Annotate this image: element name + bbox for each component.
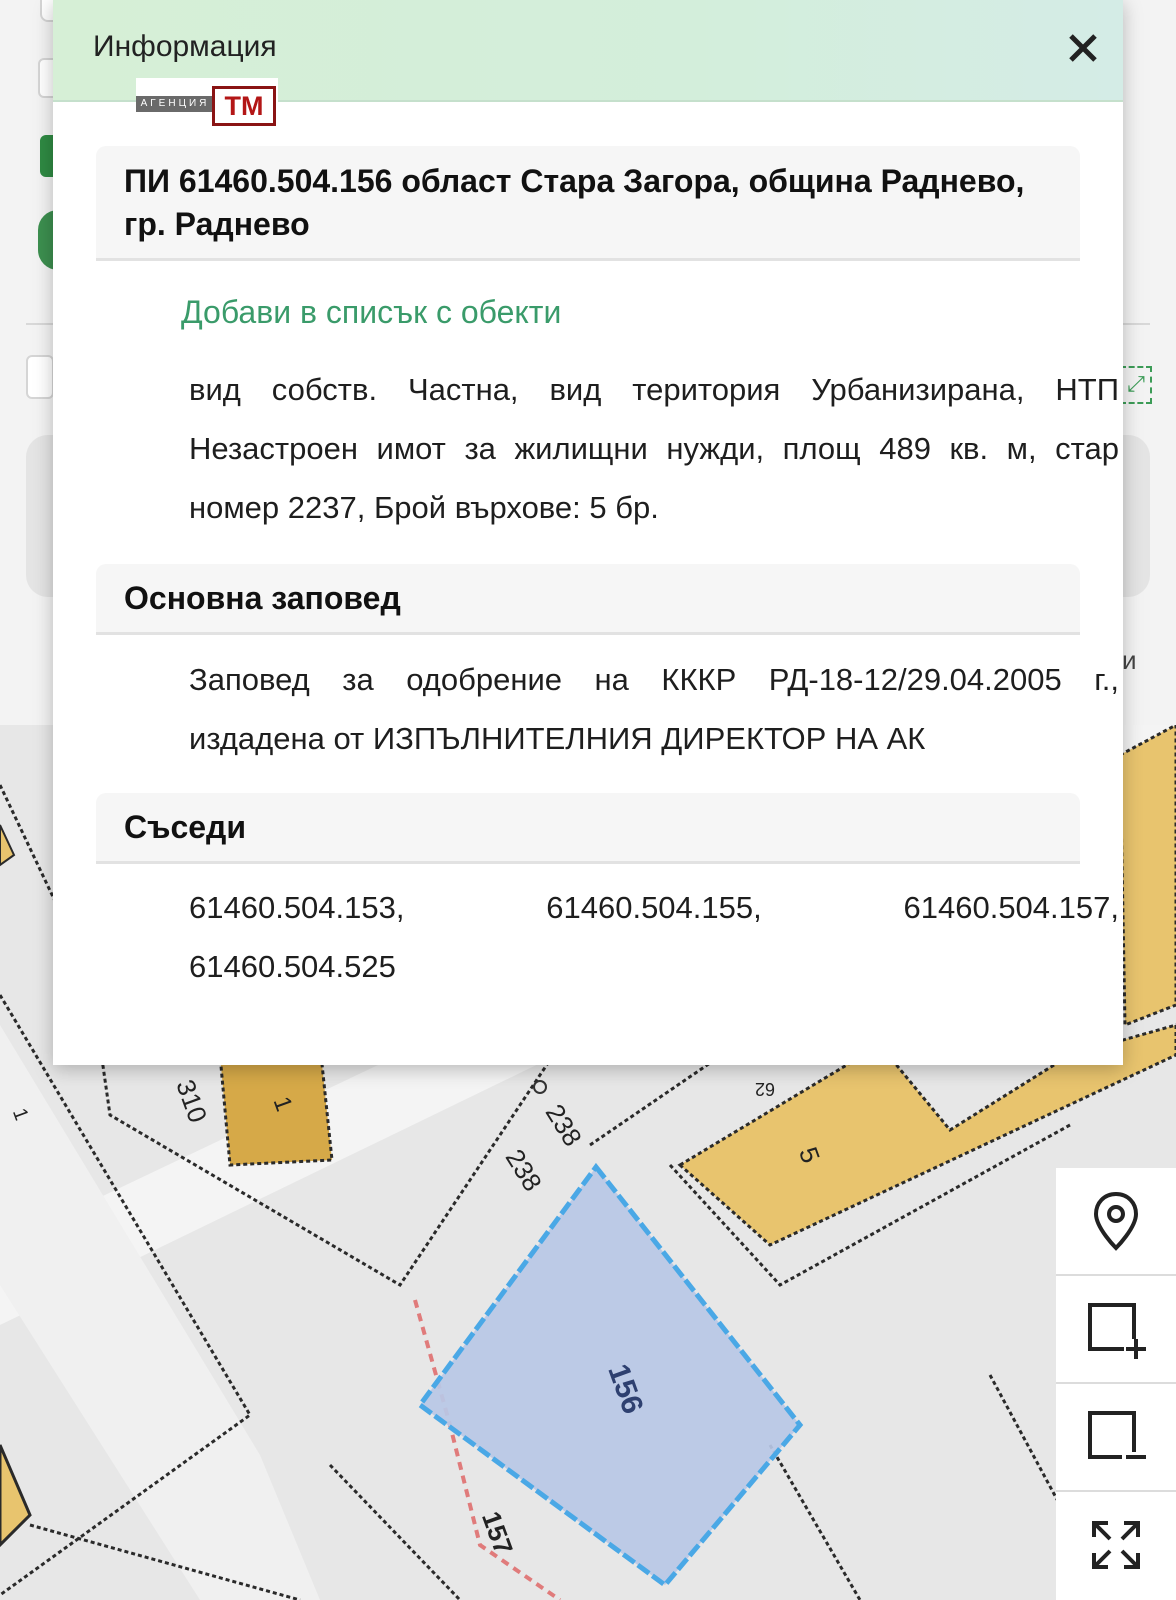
- add-area-button[interactable]: [1056, 1276, 1176, 1384]
- neighbor-item[interactable]: 61460.504.155,: [546, 878, 762, 937]
- add-rectangle-icon: [1088, 1303, 1146, 1359]
- order-heading: Основна заповед: [124, 580, 401, 616]
- location-pin-icon: [1093, 1191, 1139, 1251]
- map-label-310: 310: [170, 1076, 213, 1127]
- logo-box: ТМ: [212, 86, 276, 126]
- order-section-header: Основна заповед: [96, 564, 1080, 635]
- add-to-list-link[interactable]: Добави в списък с обекти: [181, 294, 561, 331]
- parcel-boundary-4: [328, 1463, 462, 1600]
- order-text: Заповед за одобрение на КККР РД-18-12/29…: [189, 662, 1119, 756]
- fullscreen-button[interactable]: [1056, 1492, 1176, 1598]
- modal-title: Информация: [93, 30, 277, 63]
- building-left-bottom: [0, 1444, 32, 1548]
- remove-area-button[interactable]: [1056, 1384, 1176, 1492]
- neighbor-item[interactable]: 61460.504.153,: [189, 878, 405, 937]
- logo-small-text: АГЕНЦИЯ: [140, 98, 210, 109]
- building-right: [1118, 725, 1176, 1028]
- map-label-157: 157: [476, 1507, 519, 1558]
- close-button[interactable]: [1063, 28, 1103, 68]
- parcel-description: вид собств. Частна, вид територия Урбани…: [189, 372, 1119, 525]
- background-field: [26, 355, 54, 399]
- logo-big-text: ТМ: [224, 91, 264, 121]
- agency-logo: АГЕНЦИЯ ТМ: [136, 78, 278, 128]
- map-label-62: 62: [755, 1079, 775, 1099]
- background-label-fragment: и: [1122, 645, 1137, 675]
- map-label-street-238-b: 238: [500, 1144, 548, 1197]
- neighbor-item[interactable]: 61460.504.157,: [904, 878, 1120, 937]
- parcel-title-header: ПИ 61460.504.156 област Стара Загора, об…: [96, 146, 1080, 261]
- background-expand-icon: ⤢: [1120, 366, 1152, 404]
- neighbors-list: 61460.504.153, 61460.504.155, 61460.504.…: [189, 878, 1119, 996]
- info-modal: Информация АГЕНЦИЯ ТМ ПИ 61460.504.156 о…: [53, 0, 1123, 1065]
- locate-button[interactable]: [1056, 1168, 1176, 1276]
- fullscreen-icon: [1092, 1521, 1140, 1569]
- close-icon: [1069, 34, 1097, 62]
- parcel-title: ПИ 61460.504.156 област Стара Загора, об…: [124, 163, 1025, 242]
- remove-rectangle-icon: [1088, 1411, 1146, 1462]
- neighbors-section-header: Съседи: [96, 793, 1080, 864]
- building-left-top: [0, 824, 16, 867]
- map-toolbar: [1056, 1168, 1176, 1600]
- parcel-boundary-6: [768, 1444, 862, 1600]
- map-label-street-238-a: 238: [540, 1099, 588, 1152]
- neighbors-heading: Съседи: [124, 809, 247, 845]
- neighbor-item[interactable]: 61460.504.525: [189, 937, 396, 996]
- survey-marker-icon: [533, 1080, 547, 1094]
